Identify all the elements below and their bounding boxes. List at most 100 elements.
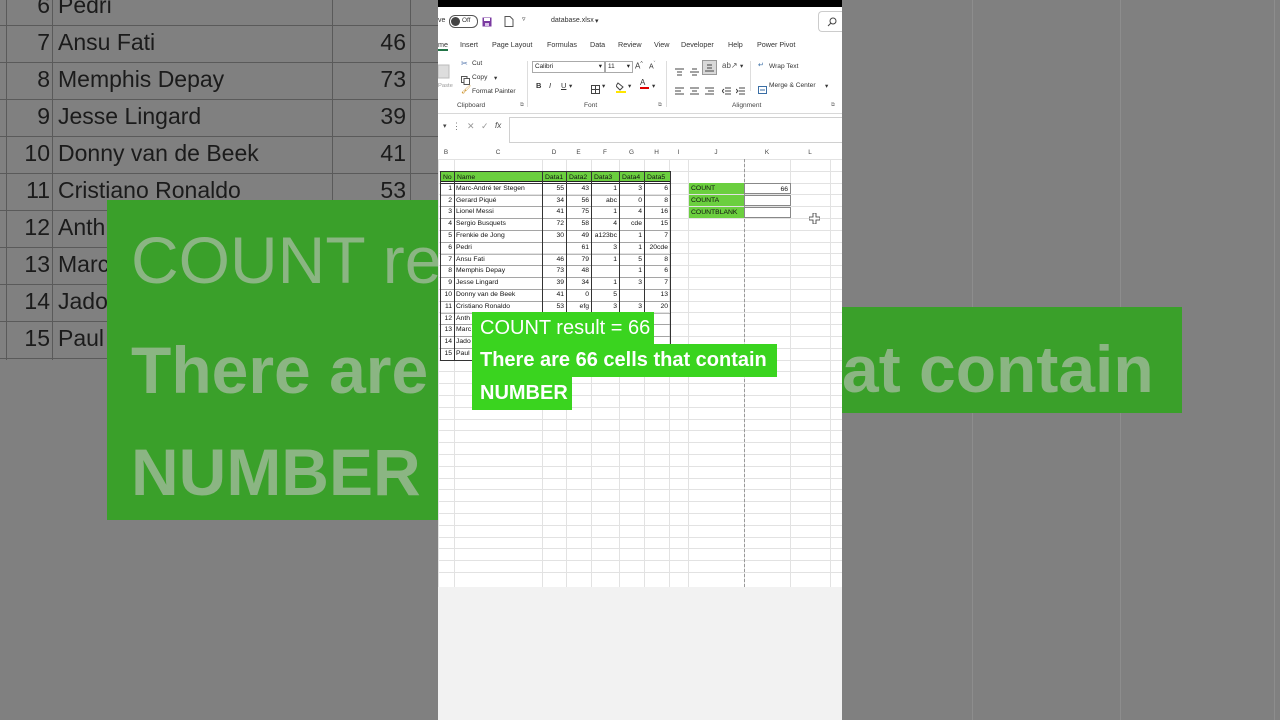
table-cell[interactable]: Ansu Fati: [455, 254, 541, 265]
table-cell[interactable]: 30: [543, 230, 564, 241]
paste-icon[interactable]: [438, 63, 450, 84]
underline-button[interactable]: U: [561, 81, 566, 90]
tab-help[interactable]: Help: [728, 40, 743, 49]
borders-icon[interactable]: [591, 81, 600, 99]
increase-indent-icon[interactable]: [735, 82, 745, 100]
file-icon[interactable]: [504, 14, 514, 32]
table-header-cell[interactable]: Data2: [566, 171, 592, 182]
table-cell[interactable]: 61: [567, 242, 589, 253]
table-cell[interactable]: abc: [592, 195, 617, 206]
table-cell[interactable]: 4: [620, 206, 642, 217]
table-cell[interactable]: 1: [441, 183, 452, 194]
decrease-font-icon[interactable]: Aˇ: [649, 61, 655, 70]
font-size-select[interactable]: 11 ▾: [605, 61, 633, 73]
table-cell[interactable]: 58: [567, 218, 589, 229]
table-cell[interactable]: Cristiano Ronaldo: [455, 301, 541, 312]
table-cell[interactable]: 75: [567, 206, 589, 217]
table-cell[interactable]: 49: [567, 230, 589, 241]
table-cell[interactable]: Marc-André ter Stegen: [455, 183, 541, 194]
chevron-down-icon[interactable]: ▾: [825, 82, 828, 90]
table-cell[interactable]: Donny van de Beek: [455, 289, 541, 300]
search-box[interactable]: [818, 11, 842, 32]
align-bottom-icon[interactable]: [702, 60, 717, 75]
font-launcher-icon[interactable]: ⧉: [658, 102, 662, 109]
table-cell[interactable]: 56: [567, 195, 589, 206]
column-header[interactable]: J: [688, 147, 744, 159]
decrease-indent-icon[interactable]: [721, 82, 731, 100]
table-cell[interactable]: 13: [441, 324, 452, 335]
table-cell[interactable]: cde: [620, 218, 642, 229]
table-cell[interactable]: 3: [620, 277, 642, 288]
clipboard-launcher-icon[interactable]: ⧉: [520, 102, 524, 109]
tab-home[interactable]: me: [438, 40, 448, 51]
orientation-icon[interactable]: ab↗: [722, 61, 738, 70]
table-cell[interactable]: 73: [543, 265, 564, 276]
table-cell[interactable]: Jesse Lingard: [455, 277, 541, 288]
font-color-icon[interactable]: A: [640, 78, 649, 89]
table-cell[interactable]: [592, 265, 617, 276]
fill-color-icon[interactable]: [615, 80, 626, 98]
increase-font-icon[interactable]: A^: [635, 61, 643, 71]
qat-dropdown-icon[interactable]: ▿: [522, 15, 526, 23]
table-cell[interactable]: 34: [543, 195, 564, 206]
table-cell[interactable]: 7: [441, 254, 452, 265]
column-header[interactable]: K: [744, 147, 790, 159]
table-cell[interactable]: 34: [567, 277, 589, 288]
column-header[interactable]: G: [619, 147, 644, 159]
table-cell[interactable]: 3: [441, 206, 452, 217]
table-cell[interactable]: 5: [620, 254, 642, 265]
stat-label[interactable]: COUNTBLANK: [689, 206, 744, 218]
table-cell[interactable]: 15: [645, 218, 668, 229]
table-header-cell[interactable]: Name: [454, 171, 543, 182]
table-cell[interactable]: 0: [567, 289, 589, 300]
save-icon[interactable]: [482, 14, 492, 32]
table-cell[interactable]: 16: [645, 206, 668, 217]
table-cell[interactable]: a123bc: [592, 230, 617, 241]
table-cell[interactable]: 4: [441, 218, 452, 229]
table-cell[interactable]: 7: [645, 277, 668, 288]
table-cell[interactable]: [543, 242, 564, 253]
table-cell[interactable]: 8: [645, 195, 668, 206]
bold-button[interactable]: B: [536, 81, 541, 90]
table-cell[interactable]: 11: [441, 301, 452, 312]
table-cell[interactable]: 41: [543, 289, 564, 300]
table-cell[interactable]: 43: [567, 183, 589, 194]
chevron-down-icon[interactable]: ▾: [602, 82, 605, 90]
copy-button[interactable]: Copy: [472, 74, 487, 81]
table-cell[interactable]: 20cde: [645, 242, 668, 253]
column-header[interactable]: D: [542, 147, 566, 159]
table-cell[interactable]: 14: [441, 336, 452, 347]
cancel-icon[interactable]: ✕: [467, 121, 475, 132]
tab-data[interactable]: Data: [590, 40, 605, 49]
table-cell[interactable]: Lionel Messi: [455, 206, 541, 217]
table-cell[interactable]: 46: [543, 254, 564, 265]
column-header[interactable]: E: [566, 147, 591, 159]
stat-label[interactable]: COUNTA: [689, 194, 744, 206]
insert-function-icon[interactable]: fx: [495, 121, 501, 130]
table-cell[interactable]: 7: [645, 230, 668, 241]
table-cell[interactable]: 13: [645, 289, 668, 300]
chevron-down-icon[interactable]: ▾: [443, 122, 447, 130]
table-cell[interactable]: 1: [592, 206, 617, 217]
table-cell[interactable]: 5: [441, 230, 452, 241]
table-header-cell[interactable]: Data4: [619, 171, 645, 182]
table-cell[interactable]: 6: [441, 242, 452, 253]
table-cell[interactable]: [620, 289, 642, 300]
stat-value[interactable]: [744, 194, 791, 206]
italic-button[interactable]: I: [549, 81, 551, 90]
chevron-down-icon[interactable]: ▾: [595, 17, 599, 25]
tab-developer[interactable]: Developer: [681, 40, 714, 49]
column-header[interactable]: B: [438, 147, 454, 159]
chevron-down-icon[interactable]: ▾: [569, 82, 572, 90]
table-cell[interactable]: 2: [441, 195, 452, 206]
table-cell[interactable]: 41: [543, 206, 564, 217]
table-cell[interactable]: 9: [441, 277, 452, 288]
align-left-icon[interactable]: [675, 82, 684, 100]
table-cell[interactable]: 4: [592, 218, 617, 229]
table-cell[interactable]: 1: [620, 242, 642, 253]
table-cell[interactable]: 0: [620, 195, 642, 206]
tab-formulas[interactable]: Formulas: [547, 40, 577, 49]
table-header-cell[interactable]: Data5: [644, 171, 671, 182]
file-name[interactable]: database.xlsx: [551, 17, 594, 24]
stat-label[interactable]: COUNT: [689, 183, 744, 194]
